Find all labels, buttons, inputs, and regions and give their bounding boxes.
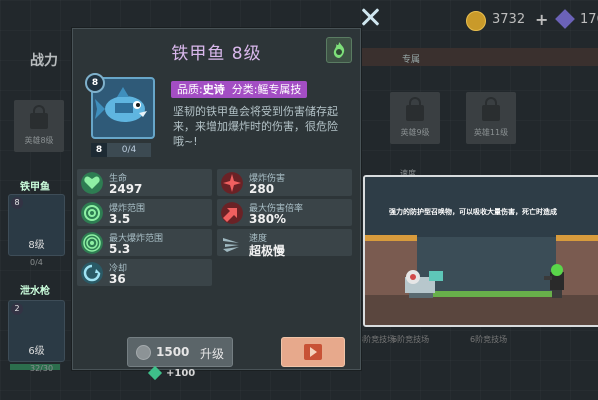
bg-tab-exclusive[interactable]: 专属: [402, 52, 420, 65]
bg-arena-label-1: 8阶竞技场: [358, 335, 396, 344]
coin-count: 3732: [492, 12, 526, 27]
stat-max-damage-multiplier: 最大伤害倍率 380%: [217, 199, 352, 226]
stat-value: 2497: [109, 182, 143, 196]
quality-value: 史诗: [202, 83, 225, 96]
stat-value: 5.3: [109, 242, 131, 256]
stat-explosion-damage: 爆炸伤害 280: [217, 169, 352, 196]
up-arrow-icon: [221, 202, 243, 224]
bg-item-badge: 2: [11, 303, 23, 315]
bg-item-name-1: 铁甲鱼: [20, 182, 50, 193]
skill-swap-button[interactable]: [326, 37, 352, 63]
bg-arena-label-2: 6阶竞技场: [392, 335, 430, 344]
upgrade-cost: 1500: [156, 345, 190, 359]
max-radius-icon: [81, 232, 103, 254]
level-progress-text: 0/4: [121, 145, 137, 155]
cooldown-icon: [81, 262, 103, 284]
radius-icon: [81, 202, 103, 224]
speed-icon: [223, 238, 239, 252]
bg-item-progress-1: 0/4: [30, 258, 43, 267]
bg-lock-label: 英雄11级: [473, 127, 509, 137]
stat-value: 280: [249, 182, 275, 196]
bg-item-name-2: 泄水枪: [20, 286, 50, 297]
robot-player-icon: [405, 270, 443, 298]
level-number: 8: [91, 143, 107, 157]
add-coins-button[interactable]: +: [535, 10, 548, 29]
stat-value: 36: [109, 272, 126, 286]
modal-title: 铁甲鱼 8级: [171, 44, 262, 64]
bg-item-level: 8级: [28, 240, 45, 251]
stat-value: 超极慢: [249, 244, 286, 258]
bg-locked-slot-1: 英雄8级: [14, 100, 64, 152]
lock-icon: [406, 96, 424, 121]
bg-lock-label: 英雄9级: [400, 127, 430, 137]
stat-value: 3.5: [109, 212, 131, 226]
stat-speed: 速度 超极慢: [217, 229, 352, 258]
category-label: 分类:: [231, 83, 258, 96]
watch-video-button[interactable]: [281, 337, 345, 367]
quality-category-tag: 品质:史诗 分类:鳐专属技: [171, 81, 308, 98]
skill-description: 坚韧的铁甲鱼会将受到伤害储存起来，来增加爆炸时的伤害，很危险哦~!: [173, 105, 338, 148]
upgrade-button[interactable]: 1500 升级: [127, 337, 233, 367]
close-icon[interactable]: [359, 6, 381, 28]
bg-tab-bar: [360, 48, 598, 66]
bg-item-badge: 8: [11, 197, 23, 209]
gem-reward-icon: [147, 365, 163, 381]
portrait-level-badge: 8: [85, 73, 105, 93]
stat-hp: 生命 2497: [77, 169, 212, 196]
bg-locked-slot-2: 英雄9级: [390, 92, 440, 144]
reward-value: +100: [166, 368, 196, 379]
lock-icon: [30, 104, 48, 129]
stat-cooldown: 冷却 36: [77, 259, 212, 286]
skill-detail-modal: 铁甲鱼 8级 8 8 0/4 品质:史诗 分类:鳐专属技 坚韧的铁甲鱼会将受到伤…: [72, 28, 361, 370]
skill-preview-video[interactable]: 强力的防护型召唤物，可以吸收大量伤害，死亡时造成: [363, 175, 598, 327]
lock-icon: [482, 96, 500, 121]
robot-enemy-icon: [544, 264, 564, 298]
quality-label: 品质:: [177, 83, 203, 96]
bg-item-card-1[interactable]: 8 8级: [8, 194, 65, 256]
bg-lock-label: 英雄8级: [24, 135, 54, 145]
coin-icon: [466, 11, 486, 31]
video-play-icon: [304, 344, 322, 360]
upgrade-reward: +100: [147, 365, 196, 381]
stat-max-explosion-radius: 最大爆炸范围 5.3: [77, 229, 212, 256]
category-value: 鳐专属技: [257, 83, 302, 96]
bg-item-level: 6级: [28, 346, 45, 357]
upgrade-coin-icon: [136, 345, 151, 360]
bg-item-progress-2: 32/30: [30, 364, 54, 373]
bg-item-card-2[interactable]: 2 6级: [8, 300, 65, 362]
heart-icon: [81, 172, 103, 194]
level-progress: 8 0/4: [91, 143, 151, 157]
bg-tab-power[interactable]: 战力: [30, 50, 58, 70]
stat-explosion-radius: 爆炸范围 3.5: [77, 199, 212, 226]
bg-locked-slot-3: 英雄11级: [466, 92, 516, 144]
explosion-icon: [221, 172, 243, 194]
upgrade-label: 升级: [200, 347, 225, 361]
stat-value: 380%: [249, 212, 287, 226]
preview-caption: 强力的防护型召唤物，可以吸收大量伤害，死亡时造成: [389, 208, 557, 216]
gem-count: 176: [580, 12, 598, 27]
bg-arena-label-3: 6阶竞技场: [470, 335, 508, 344]
flame-icon: [333, 42, 345, 58]
